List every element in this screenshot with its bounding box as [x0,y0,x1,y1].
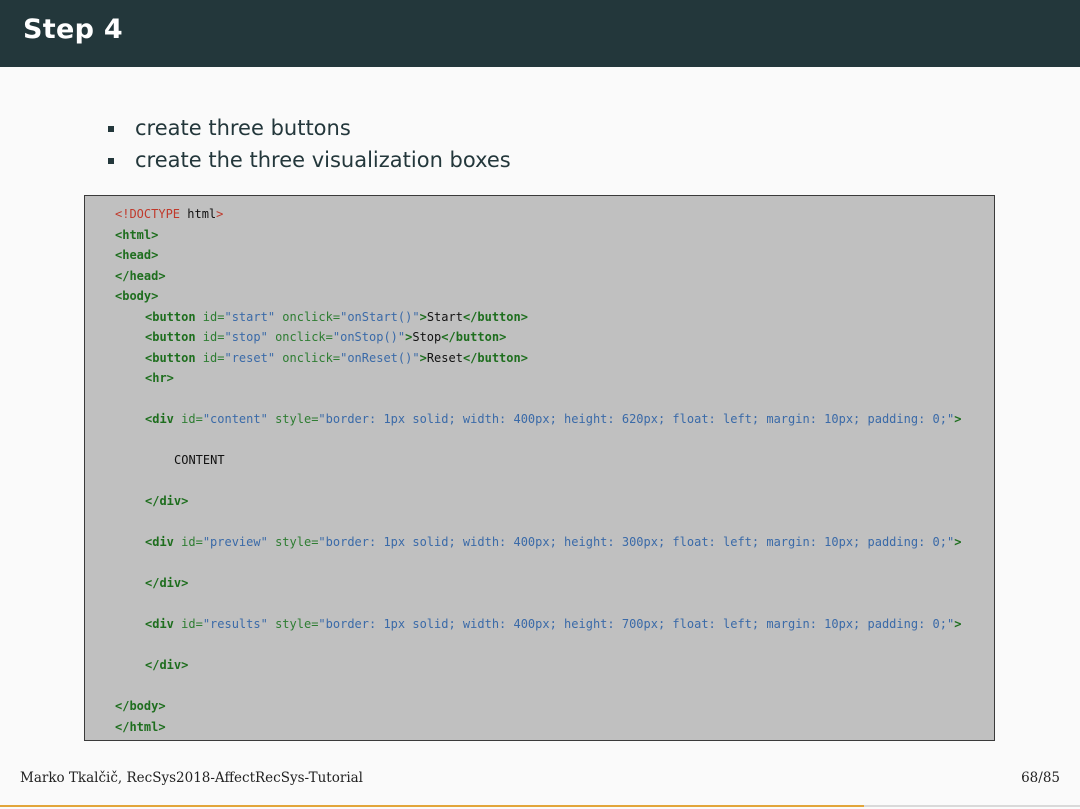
code-token: </div> [145,658,189,672]
code-line: <div id="content" style="border: 1px sol… [115,409,961,430]
code-token: <head> [115,248,159,262]
code-line: <button id="start" onclick="onStart()">S… [115,307,961,328]
code-token: </button> [441,330,507,344]
code-token: <button [145,350,196,365]
code-line: </body> [115,696,961,717]
progress-bar [0,805,1080,807]
code-line: <div id="preview" style="border: 1px sol… [115,532,961,553]
code-token: <hr> [145,371,174,385]
code-token: </body> [115,699,166,713]
code-token: <button [145,309,196,324]
code-token: style= [267,535,319,549]
code-token: id= [195,350,225,365]
code-token: Stop [412,330,442,344]
code-line: </html> [115,717,961,738]
code-line: <button id="reset" onclick="onReset()">R… [115,348,961,369]
code-token: onclick= [267,330,333,344]
code-token: <div [145,535,174,549]
code-token: Start [426,309,463,324]
code-token: style= [267,412,319,426]
bullet-square-icon [108,158,114,164]
code-token: > [954,535,962,549]
code-token: > [954,412,962,426]
bullet-square-icon [108,126,114,132]
code-line: </div> [115,491,961,512]
bullet-item: create the three visualization boxes [108,144,511,176]
code-token: "onStart()" [340,309,420,324]
bullet-item: create three buttons [108,112,511,144]
code-token: "stop" [224,330,268,344]
progress-fill [0,805,864,807]
code-token: <button [145,330,196,344]
code-token: <!DOCTYPE [115,207,181,221]
code-token: <div [145,412,174,426]
code-token: <body> [115,289,159,303]
code-token: id= [173,535,203,549]
code-token: "border: 1px solid; width: 400px; height… [318,617,955,631]
code-token: > [216,207,224,221]
code-token: "start" [224,309,276,324]
code-line: CONTENT [115,450,961,471]
code-token: id= [173,617,203,631]
title-bar: Step 4 [0,0,1080,67]
bullet-text: create three buttons [135,116,351,140]
code-token: "results" [202,617,268,631]
code-token: > [419,309,427,324]
code-token: </button> [462,350,528,365]
code-token: id= [195,330,225,344]
code-token: <html> [115,227,159,242]
code-line: </div> [115,573,961,594]
code-line: <hr> [115,368,961,389]
code-line: <head> [115,245,961,266]
bullet-list: create three buttons create the three vi… [108,112,511,176]
code-token: </div> [145,576,189,590]
code-token: "onStop()" [332,330,406,344]
code-token: "border: 1px solid; width: 400px; height… [318,412,955,426]
code-line: <html> [115,225,961,246]
code-token: Reset [426,350,463,365]
code-line: <button id="stop" onclick="onStop()">Sto… [115,327,961,348]
code-block: <!DOCTYPE html> <html> <head> </head> <b… [84,195,995,741]
code-token: <div [145,617,174,631]
footer-page-number: 68/85 [1021,770,1060,786]
code-token: "onReset()" [340,350,420,365]
code-token: onclick= [275,309,341,324]
code-line: <div id="results" style="border: 1px sol… [115,614,961,635]
code-token: </button> [462,309,528,324]
code-token: onclick= [275,350,341,365]
code-token: id= [173,412,203,426]
code-token: style= [267,617,319,631]
code-line: <body> [115,286,961,307]
code-token: "preview" [202,535,268,549]
slide-title: Step 4 [23,14,123,45]
code-token: "reset" [224,350,276,365]
bullet-text: create the three visualization boxes [135,148,511,172]
code-listing: <!DOCTYPE html> <html> <head> </head> <b… [115,204,961,737]
code-token: > [419,350,427,365]
code-line: </head> [115,266,961,287]
code-token: </html> [115,719,166,734]
footer-author: Marko Tkalčič, RecSys2018-AffectRecSys-T… [20,770,363,786]
code-token: > [954,617,962,631]
code-line: </div> [115,655,961,676]
code-token: "content" [202,412,268,426]
code-token: html [180,207,217,221]
code-token: "border: 1px solid; width: 400px; height… [318,535,955,549]
code-token: </head> [115,268,166,283]
code-line: <!DOCTYPE html> [115,204,961,225]
code-token: CONTENT [174,453,225,467]
code-token: </div> [145,494,189,508]
code-token: id= [195,309,225,324]
